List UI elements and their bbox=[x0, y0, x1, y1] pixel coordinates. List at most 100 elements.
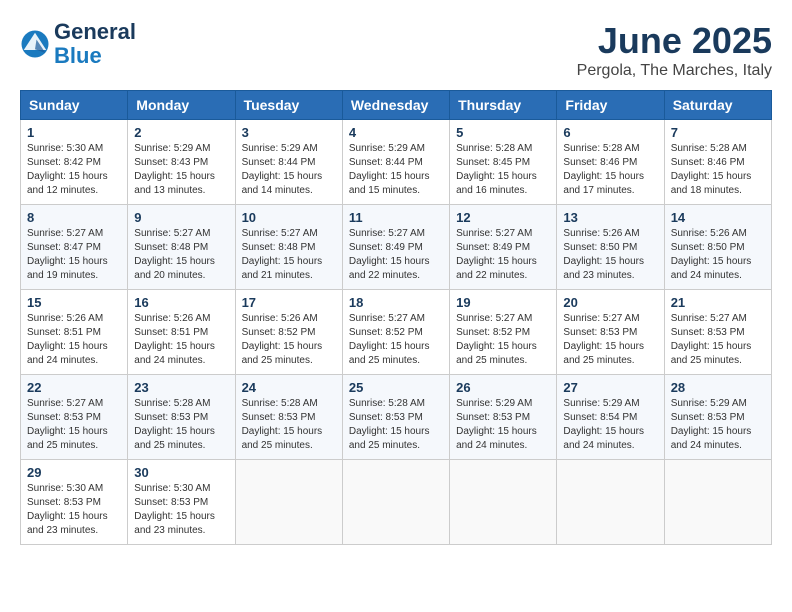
sunrise: Sunrise: 5:30 AM bbox=[27, 483, 103, 494]
sunset: Sunset: 8:48 PM bbox=[134, 242, 208, 253]
day-number: 23 bbox=[134, 380, 228, 395]
table-row: 27 Sunrise: 5:29 AM Sunset: 8:54 PM Dayl… bbox=[557, 375, 664, 460]
sunset: Sunset: 8:50 PM bbox=[671, 242, 745, 253]
day-number: 7 bbox=[671, 125, 765, 140]
table-row: 1 Sunrise: 5:30 AM Sunset: 8:42 PM Dayli… bbox=[21, 120, 128, 205]
day-number: 8 bbox=[27, 210, 121, 225]
table-row bbox=[557, 460, 664, 545]
table-row: 5 Sunrise: 5:28 AM Sunset: 8:45 PM Dayli… bbox=[450, 120, 557, 205]
day-info: Sunrise: 5:27 AM Sunset: 8:47 PM Dayligh… bbox=[27, 227, 121, 283]
day-info: Sunrise: 5:30 AM Sunset: 8:53 PM Dayligh… bbox=[27, 482, 121, 538]
calendar-header-row: Sunday Monday Tuesday Wednesday Thursday… bbox=[21, 91, 772, 120]
day-number: 13 bbox=[563, 210, 657, 225]
sunrise: Sunrise: 5:26 AM bbox=[563, 228, 639, 239]
table-row: 11 Sunrise: 5:27 AM Sunset: 8:49 PM Dayl… bbox=[342, 205, 449, 290]
header-sunday: Sunday bbox=[21, 91, 128, 120]
daylight: Daylight: 15 hours and 25 minutes. bbox=[27, 426, 108, 451]
day-number: 22 bbox=[27, 380, 121, 395]
day-number: 27 bbox=[563, 380, 657, 395]
sunset: Sunset: 8:52 PM bbox=[349, 327, 423, 338]
daylight: Daylight: 15 hours and 25 minutes. bbox=[349, 426, 430, 451]
table-row: 28 Sunrise: 5:29 AM Sunset: 8:53 PM Dayl… bbox=[664, 375, 771, 460]
day-number: 4 bbox=[349, 125, 443, 140]
day-info: Sunrise: 5:28 AM Sunset: 8:53 PM Dayligh… bbox=[134, 397, 228, 453]
sunset: Sunset: 8:44 PM bbox=[242, 157, 316, 168]
day-info: Sunrise: 5:29 AM Sunset: 8:53 PM Dayligh… bbox=[456, 397, 550, 453]
sunset: Sunset: 8:49 PM bbox=[349, 242, 423, 253]
sunrise: Sunrise: 5:26 AM bbox=[242, 313, 318, 324]
daylight: Daylight: 15 hours and 25 minutes. bbox=[671, 341, 752, 366]
table-row: 19 Sunrise: 5:27 AM Sunset: 8:52 PM Dayl… bbox=[450, 290, 557, 375]
day-number: 6 bbox=[563, 125, 657, 140]
day-info: Sunrise: 5:26 AM Sunset: 8:51 PM Dayligh… bbox=[27, 312, 121, 368]
sunset: Sunset: 8:52 PM bbox=[242, 327, 316, 338]
daylight: Daylight: 15 hours and 24 minutes. bbox=[456, 426, 537, 451]
calendar-table: Sunday Monday Tuesday Wednesday Thursday… bbox=[20, 90, 772, 545]
sunset: Sunset: 8:53 PM bbox=[456, 412, 530, 423]
sunset: Sunset: 8:53 PM bbox=[671, 327, 745, 338]
header-tuesday: Tuesday bbox=[235, 91, 342, 120]
table-row: 25 Sunrise: 5:28 AM Sunset: 8:53 PM Dayl… bbox=[342, 375, 449, 460]
table-row: 14 Sunrise: 5:26 AM Sunset: 8:50 PM Dayl… bbox=[664, 205, 771, 290]
sunrise: Sunrise: 5:30 AM bbox=[27, 143, 103, 154]
day-number: 17 bbox=[242, 295, 336, 310]
day-info: Sunrise: 5:26 AM Sunset: 8:50 PM Dayligh… bbox=[671, 227, 765, 283]
daylight: Daylight: 15 hours and 24 minutes. bbox=[671, 256, 752, 281]
table-row: 18 Sunrise: 5:27 AM Sunset: 8:52 PM Dayl… bbox=[342, 290, 449, 375]
daylight: Daylight: 15 hours and 23 minutes. bbox=[563, 256, 644, 281]
table-row: 6 Sunrise: 5:28 AM Sunset: 8:46 PM Dayli… bbox=[557, 120, 664, 205]
day-number: 30 bbox=[134, 465, 228, 480]
sunset: Sunset: 8:52 PM bbox=[456, 327, 530, 338]
table-row: 30 Sunrise: 5:30 AM Sunset: 8:53 PM Dayl… bbox=[128, 460, 235, 545]
daylight: Daylight: 15 hours and 16 minutes. bbox=[456, 171, 537, 196]
daylight: Daylight: 15 hours and 15 minutes. bbox=[349, 171, 430, 196]
day-number: 5 bbox=[456, 125, 550, 140]
table-row: 23 Sunrise: 5:28 AM Sunset: 8:53 PM Dayl… bbox=[128, 375, 235, 460]
table-row: 17 Sunrise: 5:26 AM Sunset: 8:52 PM Dayl… bbox=[235, 290, 342, 375]
day-info: Sunrise: 5:27 AM Sunset: 8:52 PM Dayligh… bbox=[456, 312, 550, 368]
daylight: Daylight: 15 hours and 17 minutes. bbox=[563, 171, 644, 196]
sunrise: Sunrise: 5:29 AM bbox=[563, 398, 639, 409]
sunrise: Sunrise: 5:27 AM bbox=[349, 228, 425, 239]
sunrise: Sunrise: 5:26 AM bbox=[134, 313, 210, 324]
daylight: Daylight: 15 hours and 21 minutes. bbox=[242, 256, 323, 281]
sunset: Sunset: 8:53 PM bbox=[27, 412, 101, 423]
table-row: 7 Sunrise: 5:28 AM Sunset: 8:46 PM Dayli… bbox=[664, 120, 771, 205]
table-row: 26 Sunrise: 5:29 AM Sunset: 8:53 PM Dayl… bbox=[450, 375, 557, 460]
page-header: General Blue June 2025 Pergola, The Marc… bbox=[20, 20, 772, 80]
sunset: Sunset: 8:46 PM bbox=[563, 157, 637, 168]
day-info: Sunrise: 5:26 AM Sunset: 8:50 PM Dayligh… bbox=[563, 227, 657, 283]
day-info: Sunrise: 5:29 AM Sunset: 8:54 PM Dayligh… bbox=[563, 397, 657, 453]
header-thursday: Thursday bbox=[450, 91, 557, 120]
day-info: Sunrise: 5:30 AM Sunset: 8:42 PM Dayligh… bbox=[27, 142, 121, 198]
header-monday: Monday bbox=[128, 91, 235, 120]
day-info: Sunrise: 5:28 AM Sunset: 8:46 PM Dayligh… bbox=[563, 142, 657, 198]
header-friday: Friday bbox=[557, 91, 664, 120]
sunset: Sunset: 8:54 PM bbox=[563, 412, 637, 423]
day-number: 21 bbox=[671, 295, 765, 310]
day-info: Sunrise: 5:27 AM Sunset: 8:53 PM Dayligh… bbox=[27, 397, 121, 453]
daylight: Daylight: 15 hours and 25 minutes. bbox=[456, 341, 537, 366]
table-row: 20 Sunrise: 5:27 AM Sunset: 8:53 PM Dayl… bbox=[557, 290, 664, 375]
day-info: Sunrise: 5:27 AM Sunset: 8:48 PM Dayligh… bbox=[134, 227, 228, 283]
table-row: 21 Sunrise: 5:27 AM Sunset: 8:53 PM Dayl… bbox=[664, 290, 771, 375]
daylight: Daylight: 15 hours and 23 minutes. bbox=[27, 511, 108, 536]
day-number: 15 bbox=[27, 295, 121, 310]
sunset: Sunset: 8:49 PM bbox=[456, 242, 530, 253]
calendar-week-row: 29 Sunrise: 5:30 AM Sunset: 8:53 PM Dayl… bbox=[21, 460, 772, 545]
table-row: 16 Sunrise: 5:26 AM Sunset: 8:51 PM Dayl… bbox=[128, 290, 235, 375]
sunset: Sunset: 8:53 PM bbox=[349, 412, 423, 423]
daylight: Daylight: 15 hours and 25 minutes. bbox=[134, 426, 215, 451]
day-number: 28 bbox=[671, 380, 765, 395]
sunrise: Sunrise: 5:27 AM bbox=[456, 313, 532, 324]
sunrise: Sunrise: 5:29 AM bbox=[242, 143, 318, 154]
calendar-week-row: 22 Sunrise: 5:27 AM Sunset: 8:53 PM Dayl… bbox=[21, 375, 772, 460]
day-info: Sunrise: 5:27 AM Sunset: 8:53 PM Dayligh… bbox=[563, 312, 657, 368]
daylight: Daylight: 15 hours and 24 minutes. bbox=[134, 341, 215, 366]
daylight: Daylight: 15 hours and 24 minutes. bbox=[27, 341, 108, 366]
sunrise: Sunrise: 5:28 AM bbox=[563, 143, 639, 154]
table-row bbox=[450, 460, 557, 545]
logo-line1: General bbox=[54, 20, 136, 44]
sunrise: Sunrise: 5:28 AM bbox=[671, 143, 747, 154]
day-number: 11 bbox=[349, 210, 443, 225]
